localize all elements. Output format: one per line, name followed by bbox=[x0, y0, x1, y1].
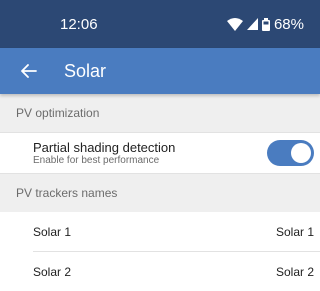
wifi-icon bbox=[226, 17, 243, 31]
battery-icon bbox=[261, 17, 270, 31]
tracker-label: Solar 2 bbox=[33, 264, 72, 279]
tracker-label: Solar 1 bbox=[33, 224, 72, 239]
section-header-pv-trackers: PV trackers names bbox=[0, 174, 320, 212]
section-header-label: PV optimization bbox=[16, 106, 100, 120]
app-bar: Solar bbox=[0, 48, 320, 94]
toggle-knob bbox=[291, 143, 311, 163]
status-time: 12:06 bbox=[60, 15, 98, 33]
battery-percent: 68% bbox=[273, 15, 304, 33]
tracker-row-2[interactable]: Solar 2 Solar 2 bbox=[0, 252, 320, 291]
partial-shading-subtitle: Enable for best performance bbox=[33, 154, 160, 166]
partial-shading-toggle[interactable] bbox=[267, 140, 314, 166]
arrow-back-icon bbox=[21, 64, 37, 78]
tracker-row-1[interactable]: Solar 1 Solar 1 bbox=[0, 212, 320, 251]
status-bar: 12:06 68% bbox=[0, 0, 320, 48]
partial-shading-title: Partial shading detection bbox=[33, 139, 176, 155]
tracker-value: Solar 2 bbox=[275, 264, 314, 279]
section-header-pv-optimization: PV optimization bbox=[0, 94, 320, 132]
status-icons: 68% bbox=[226, 15, 304, 33]
signal-icon bbox=[246, 18, 258, 30]
partial-shading-text: Partial shading detection Enable for bes… bbox=[33, 140, 175, 167]
back-button[interactable] bbox=[14, 56, 44, 86]
tracker-value: Solar 1 bbox=[275, 224, 314, 239]
partial-shading-row[interactable]: Partial shading detection Enable for bes… bbox=[0, 132, 320, 174]
section-header-label: PV trackers names bbox=[16, 186, 118, 200]
page-title: Solar bbox=[64, 60, 107, 81]
